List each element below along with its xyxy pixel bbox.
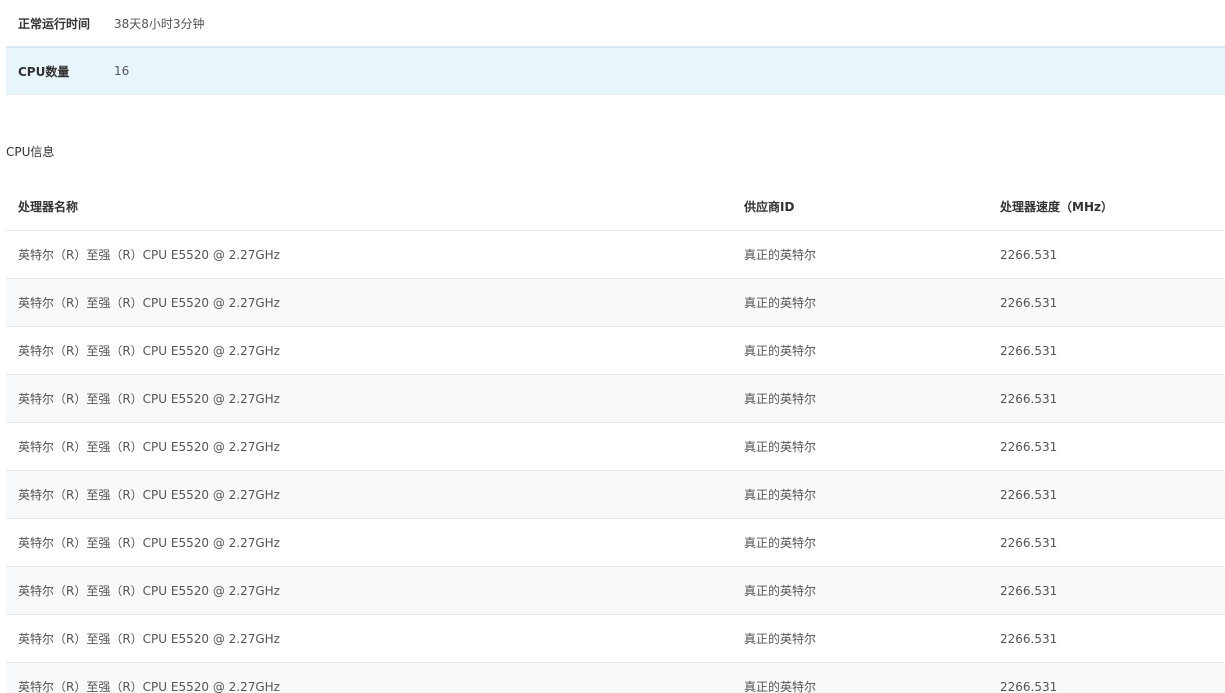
table-row: 英特尔（R）至强（R）CPU E5520 @ 2.27GHz 真正的英特尔 22… (6, 423, 1225, 471)
vendor-id-cell: 真正的英特尔 (744, 584, 817, 598)
vendor-id-cell: 真正的英特尔 (744, 392, 817, 406)
system-info-page: 正常运行时间 38天8小时3分钟 CPU数量 16 CPU信息 处理器名称 供应… (0, 0, 1225, 693)
vendor-id-cell: 真正的英特尔 (744, 344, 817, 358)
table-row: 英特尔（R）至强（R）CPU E5520 @ 2.27GHz 真正的英特尔 22… (6, 615, 1225, 663)
processor-speed-cell: 2266.531 (1000, 487, 1058, 502)
processor-speed-cell: 2266.531 (1000, 583, 1058, 598)
cpu-table: 处理器名称 供应商ID 处理器速度（MHz） 英特尔（R）至强（R）CPU E5… (6, 183, 1225, 693)
uptime-row: 正常运行时间 38天8小时3分钟 (6, 0, 1225, 47)
table-row: 英特尔（R）至强（R）CPU E5520 @ 2.27GHz 真正的英特尔 22… (6, 231, 1225, 279)
table-row: 英特尔（R）至强（R）CPU E5520 @ 2.27GHz 真正的英特尔 22… (6, 663, 1225, 693)
processor-name-cell: 英特尔（R）至强（R）CPU E5520 @ 2.27GHz (18, 440, 280, 454)
processor-name-cell: 英特尔（R）至强（R）CPU E5520 @ 2.27GHz (18, 536, 280, 550)
processor-speed-cell: 2266.531 (1000, 247, 1058, 262)
processor-speed-cell: 2266.531 (1000, 631, 1058, 646)
header-processor-name: 处理器名称 (18, 200, 79, 214)
table-row: 英特尔（R）至强（R）CPU E5520 @ 2.27GHz 真正的英特尔 22… (6, 567, 1225, 615)
uptime-label: 正常运行时间 (18, 16, 91, 31)
cpu-section-title: CPU信息 (6, 145, 55, 159)
uptime-value: 38天8小时3分钟 (114, 16, 205, 31)
table-row: 英特尔（R）至强（R）CPU E5520 @ 2.27GHz 真正的英特尔 22… (6, 519, 1225, 567)
vendor-id-cell: 真正的英特尔 (744, 536, 817, 550)
processor-speed-cell: 2266.531 (1000, 391, 1058, 406)
processor-speed-cell: 2266.531 (1000, 343, 1058, 358)
table-row: 英特尔（R）至强（R）CPU E5520 @ 2.27GHz 真正的英特尔 22… (6, 471, 1225, 519)
processor-name-cell: 英特尔（R）至强（R）CPU E5520 @ 2.27GHz (18, 632, 280, 646)
header-processor-speed: 处理器速度（MHz） (1000, 200, 1113, 214)
table-row: 英特尔（R）至强（R）CPU E5520 @ 2.27GHz 真正的英特尔 22… (6, 327, 1225, 375)
cpu-count-label: CPU数量 (18, 64, 70, 79)
processor-speed-cell: 2266.531 (1000, 679, 1058, 693)
vendor-id-cell: 真正的英特尔 (744, 296, 817, 310)
processor-name-cell: 英特尔（R）至强（R）CPU E5520 @ 2.27GHz (18, 344, 280, 358)
processor-speed-cell: 2266.531 (1000, 535, 1058, 550)
cpu-table-header: 处理器名称 供应商ID 处理器速度（MHz） (6, 183, 1225, 231)
processor-name-cell: 英特尔（R）至强（R）CPU E5520 @ 2.27GHz (18, 584, 280, 598)
cpu-count-value: 16 (114, 64, 130, 78)
processor-name-cell: 英特尔（R）至强（R）CPU E5520 @ 2.27GHz (18, 296, 280, 310)
vendor-id-cell: 真正的英特尔 (744, 680, 817, 693)
table-row: 英特尔（R）至强（R）CPU E5520 @ 2.27GHz 真正的英特尔 22… (6, 375, 1225, 423)
vendor-id-cell: 真正的英特尔 (744, 248, 817, 262)
processor-name-cell: 英特尔（R）至强（R）CPU E5520 @ 2.27GHz (18, 488, 280, 502)
processor-speed-cell: 2266.531 (1000, 295, 1058, 310)
vendor-id-cell: 真正的英特尔 (744, 440, 817, 454)
vendor-id-cell: 真正的英特尔 (744, 488, 817, 502)
processor-name-cell: 英特尔（R）至强（R）CPU E5520 @ 2.27GHz (18, 248, 280, 262)
processor-speed-cell: 2266.531 (1000, 439, 1058, 454)
vendor-id-cell: 真正的英特尔 (744, 632, 817, 646)
processor-name-cell: 英特尔（R）至强（R）CPU E5520 @ 2.27GHz (18, 680, 280, 693)
header-vendor-id: 供应商ID (744, 200, 795, 214)
processor-name-cell: 英特尔（R）至强（R）CPU E5520 @ 2.27GHz (18, 392, 280, 406)
cpu-count-row: CPU数量 16 (6, 47, 1225, 95)
table-row: 英特尔（R）至强（R）CPU E5520 @ 2.27GHz 真正的英特尔 22… (6, 279, 1225, 327)
summary-table: 正常运行时间 38天8小时3分钟 CPU数量 16 (6, 0, 1225, 95)
